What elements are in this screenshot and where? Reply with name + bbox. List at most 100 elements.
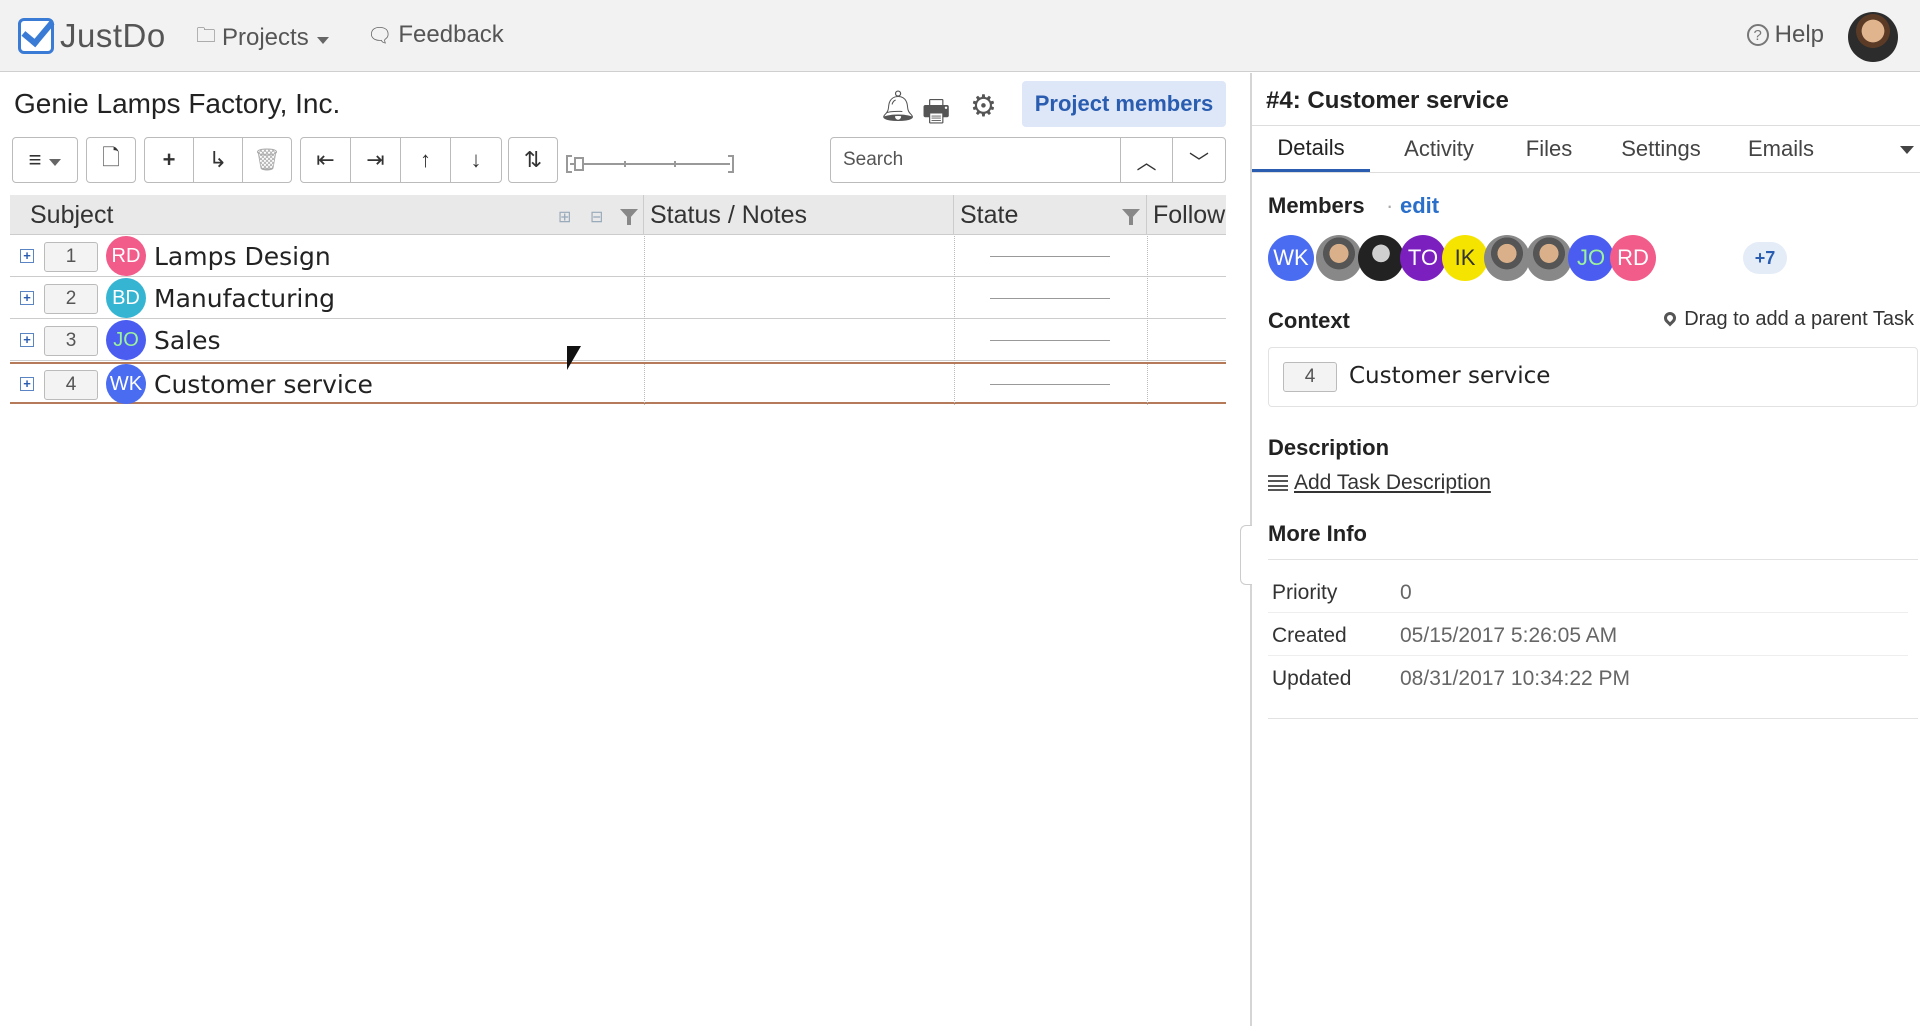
user-avatar[interactable]	[1848, 12, 1898, 62]
member-avatar[interactable]	[1358, 235, 1404, 281]
task-subject[interactable]: Manufacturing	[154, 284, 335, 313]
slider-right-end	[728, 155, 734, 173]
column-status-notes[interactable]: Status / Notes	[644, 195, 954, 235]
member-avatar[interactable]: WK	[1268, 235, 1314, 281]
column-divider	[1147, 236, 1148, 277]
column-follow[interactable]: Follow	[1147, 195, 1226, 235]
table-row[interactable]: +3 JO Sales	[10, 320, 1226, 361]
description-label: Description	[1268, 435, 1390, 460]
member-avatar[interactable]: RD	[1610, 235, 1656, 281]
expand-icon[interactable]: +	[20, 249, 34, 263]
sticky-note-icon: 🗋	[102, 145, 120, 170]
expand-all-icon[interactable]: ⊞	[558, 207, 571, 227]
owner-avatar[interactable]: JO	[106, 320, 146, 360]
chevron-down-icon: ﹀	[1189, 151, 1209, 174]
members-label: Members	[1268, 193, 1365, 218]
search-next-button[interactable]: ﹀	[1173, 138, 1225, 182]
member-avatar[interactable]: IK	[1442, 235, 1488, 281]
state-value[interactable]	[990, 298, 1110, 299]
add-description-link[interactable]: Add Task Description	[1268, 471, 1491, 495]
task-subject[interactable]: Sales	[154, 326, 221, 355]
arrow-down-icon: ↓	[470, 147, 482, 172]
expand-icon[interactable]: +	[20, 291, 34, 305]
move-up-button[interactable]: ↑	[401, 138, 451, 182]
tab-details[interactable]: Details	[1252, 126, 1370, 172]
feedback-link[interactable]: 🗨 Feedback	[367, 21, 504, 49]
chevron-down-icon	[49, 158, 62, 166]
sticky-note-button[interactable]: 🗋	[87, 138, 135, 182]
column-status-notes-label: Status / Notes	[650, 200, 808, 229]
expand-icon[interactable]: +	[20, 377, 34, 391]
project-title: Genie Lamps Factory, Inc.	[14, 88, 341, 119]
context-item[interactable]: 4 Customer service	[1268, 347, 1918, 407]
context-label: Context	[1268, 308, 1350, 333]
logo-text: JustDo	[60, 17, 166, 54]
justdo-logo[interactable]: JustDo	[18, 14, 166, 58]
view-menu-button[interactable]: ≡	[13, 138, 77, 182]
expand-icon[interactable]: +	[20, 333, 34, 347]
folder-icon: 🗀	[196, 25, 216, 47]
column-divider	[644, 278, 645, 319]
indent-button[interactable]: ⇥	[351, 138, 401, 182]
task-subject[interactable]: Customer service	[154, 370, 373, 399]
add-task-button[interactable]: +	[145, 138, 194, 182]
filter-icon[interactable]	[620, 209, 638, 225]
state-value[interactable]	[990, 384, 1110, 385]
slider-knob[interactable]	[574, 157, 584, 171]
projects-menu[interactable]: 🗀 Projects	[196, 21, 329, 55]
comment-icon: 🗨	[367, 24, 393, 47]
owner-avatar[interactable]: BD	[106, 278, 146, 318]
zoom-slider[interactable]	[566, 153, 734, 173]
column-state[interactable]: State	[954, 195, 1147, 235]
divider	[1268, 655, 1908, 656]
indent-icon: ⇥	[366, 147, 385, 172]
tab-activity[interactable]: Activity	[1380, 126, 1498, 172]
tab-settings[interactable]: Settings	[1602, 126, 1720, 172]
pane-resize-handle[interactable]	[1240, 525, 1252, 585]
collapse-all-icon[interactable]: ⊟	[590, 207, 603, 227]
owner-avatar[interactable]: RD	[106, 236, 146, 276]
state-filter-icon[interactable]	[1122, 209, 1140, 225]
note-group: 🗋	[86, 137, 136, 183]
table-row[interactable]: +1 RD Lamps Design	[10, 236, 1226, 277]
task-subject[interactable]: Lamps Design	[154, 242, 331, 271]
column-state-label: State	[960, 200, 1019, 229]
delete-task-button[interactable]: 🗑	[243, 138, 291, 182]
drag-parent-hint[interactable]: Drag to add a parent Task	[1661, 308, 1914, 331]
state-value[interactable]	[990, 340, 1110, 341]
column-divider	[1147, 278, 1148, 319]
member-avatar[interactable]	[1484, 235, 1530, 281]
move-down-button[interactable]: ↓	[451, 138, 501, 182]
info-key: Created	[1272, 624, 1347, 647]
slider-track	[570, 163, 730, 165]
add-subtask-button[interactable]: ↳	[194, 138, 243, 182]
more-members-badge[interactable]: +7	[1743, 242, 1787, 274]
member-avatar[interactable]	[1526, 235, 1572, 281]
print-icon[interactable]: 🖶	[922, 89, 950, 140]
sort-button[interactable]: ⇅	[509, 138, 557, 182]
column-subject[interactable]: Subject	[10, 195, 644, 235]
info-value[interactable]: 0	[1400, 581, 1412, 605]
members-edit-link[interactable]: edit	[1400, 193, 1439, 219]
help-link[interactable]: ? Help	[1746, 21, 1824, 49]
slider-tick	[674, 161, 676, 167]
table-row[interactable]: +2 BD Manufacturing	[10, 278, 1226, 319]
outdent-button[interactable]: ⇤	[301, 138, 351, 182]
member-avatar[interactable]	[1316, 235, 1362, 281]
state-value[interactable]	[990, 256, 1110, 257]
tabs-more-caret-icon[interactable]	[1900, 146, 1914, 154]
bell-icon[interactable]: 🔔︎	[879, 89, 917, 124]
info-row: Created 05/15/2017 5:26:05 AM	[1268, 614, 1918, 656]
projects-label: Projects	[222, 24, 309, 51]
project-members-button[interactable]: Project members	[1022, 81, 1226, 127]
gear-icon[interactable]: ⚙	[970, 89, 997, 124]
sort-icon: ⇅	[523, 147, 543, 172]
tab-emails[interactable]: Emails	[1726, 126, 1836, 172]
owner-avatar[interactable]: WK	[106, 364, 146, 404]
search-input[interactable]	[831, 138, 1121, 182]
member-avatar[interactable]: JO	[1568, 235, 1614, 281]
tab-files[interactable]: Files	[1504, 126, 1594, 172]
search-prev-button[interactable]: ︿	[1121, 138, 1173, 182]
table-row[interactable]: +4 WK Customer service	[10, 362, 1226, 405]
member-avatar[interactable]: TO	[1400, 235, 1446, 281]
